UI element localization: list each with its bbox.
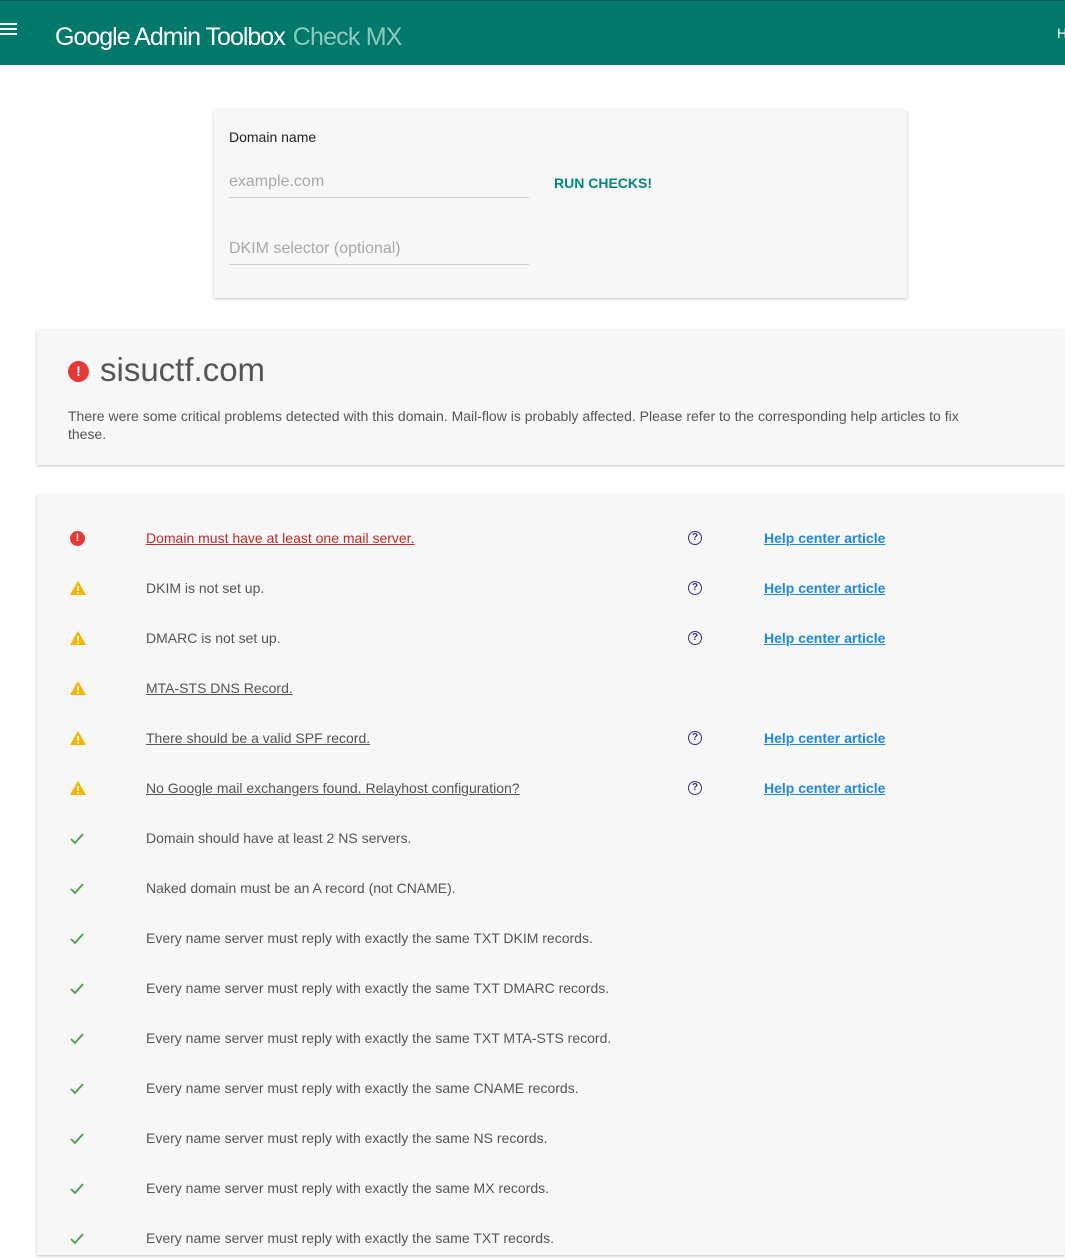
check-icon xyxy=(69,1080,85,1096)
check-row: Every name server must reply with exactl… xyxy=(37,920,1065,960)
result-summary-card: ! sisuctf.com There were some critical p… xyxy=(37,330,1065,465)
check-icon xyxy=(69,1130,85,1146)
check-text[interactable]: There should be a valid SPF record. xyxy=(146,730,370,746)
check-row: No Google mail exchangers found. Relayho… xyxy=(37,770,1065,810)
help-question-icon[interactable]: ? xyxy=(688,581,702,595)
help-center-article-link[interactable]: Help center article xyxy=(764,580,885,596)
check-icon xyxy=(69,880,85,896)
check-text: Every name server must reply with exactl… xyxy=(146,1080,579,1096)
check-text: DKIM is not set up. xyxy=(146,580,265,596)
hamburger-menu-icon[interactable] xyxy=(0,23,17,37)
check-icon xyxy=(69,1230,85,1246)
check-icon xyxy=(69,980,85,996)
check-row: Every name server must reply with exactl… xyxy=(37,1020,1065,1060)
domain-input[interactable] xyxy=(229,167,529,198)
help-center-article-link[interactable]: Help center article xyxy=(764,630,885,646)
run-checks-button[interactable]: RUN CHECKS! xyxy=(554,175,652,191)
check-row: Naked domain must be an A record (not CN… xyxy=(37,870,1065,910)
help-center-article-link[interactable]: Help center article xyxy=(764,780,885,796)
check-text[interactable]: No Google mail exchangers found. Relayho… xyxy=(146,780,520,796)
check-text: Domain should have at least 2 NS servers… xyxy=(146,830,412,846)
summary-description: There were some critical problems detect… xyxy=(68,408,959,442)
check-row: Domain should have at least 2 NS servers… xyxy=(37,820,1065,860)
domain-name-label: Domain name xyxy=(229,129,317,145)
check-row: There should be a valid SPF record.? Help… xyxy=(37,720,1065,760)
warning-icon xyxy=(69,730,86,746)
checked-domain: sisuctf.com xyxy=(100,351,266,388)
warning-icon xyxy=(69,630,86,646)
check-text: DMARC is not set up. xyxy=(146,630,281,646)
check-icon xyxy=(69,1030,85,1046)
check-row: Every name server must reply with exactl… xyxy=(37,1220,1065,1260)
dkim-selector-input[interactable] xyxy=(229,234,529,265)
help-center-article-link[interactable]: Help center article xyxy=(764,530,885,546)
help-question-icon[interactable]: ? xyxy=(688,531,702,545)
check-text: Every name server must reply with exactl… xyxy=(146,980,610,996)
check-icon xyxy=(69,830,85,846)
check-row: Every name server must reply with exactl… xyxy=(37,970,1065,1010)
check-icon xyxy=(69,1180,85,1196)
check-text[interactable]: Domain must have at least one mail serve… xyxy=(146,530,414,546)
check-row: Every name server must reply with exactl… xyxy=(37,1170,1065,1210)
checks-list: ! Domain must have at least one mail serv… xyxy=(37,495,1065,1255)
check-text: Every name server must reply with exactl… xyxy=(146,930,593,946)
check-text: Every name server must reply with exactl… xyxy=(146,1030,612,1046)
help-question-icon[interactable]: ? xyxy=(688,781,702,795)
help-center-article-link[interactable]: Help center article xyxy=(764,730,885,746)
warning-icon xyxy=(69,780,86,796)
check-text: Every name server must reply with exactl… xyxy=(146,1130,548,1146)
check-text[interactable]: MTA-STS DNS Record. xyxy=(146,680,293,696)
check-text: Every name server must reply with exactl… xyxy=(146,1230,554,1246)
check-text: Every name server must reply with exactl… xyxy=(146,1180,550,1196)
error-icon: ! xyxy=(68,361,89,382)
help-question-icon[interactable]: ? xyxy=(688,631,702,645)
check-row: DKIM is not set up.? Help center article xyxy=(37,570,1065,610)
app-section-title: Check MX xyxy=(292,23,403,51)
warning-icon xyxy=(69,580,86,596)
check-row: ! Domain must have at least one mail serv… xyxy=(37,520,1065,560)
top-app-bar: Google Admin Toolbox Check MX H xyxy=(0,0,1065,65)
check-row: MTA-STS DNS Record. xyxy=(37,670,1065,710)
check-row: Every name server must reply with exactl… xyxy=(37,1070,1065,1110)
check-row: DMARC is not set up.? Help center article xyxy=(37,620,1065,660)
app-name: Google Admin Toolbox xyxy=(55,23,286,51)
warning-icon xyxy=(69,680,86,696)
app-title[interactable]: Google Admin Toolbox Check MX xyxy=(55,23,402,52)
domain-check-form: Domain name RUN CHECKS! xyxy=(214,110,907,298)
check-row: Every name server must reply with exactl… xyxy=(37,1120,1065,1160)
check-icon xyxy=(69,930,85,946)
check-text: Naked domain must be an A record (not CN… xyxy=(146,880,456,896)
header-corner-text[interactable]: H xyxy=(1057,25,1065,41)
help-question-icon[interactable]: ? xyxy=(688,731,702,745)
error-icon: ! xyxy=(70,531,85,546)
